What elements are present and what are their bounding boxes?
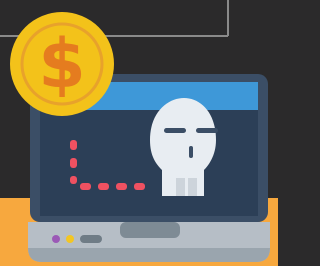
- skull-tooth: [176, 178, 185, 196]
- path-dot: [98, 183, 109, 190]
- dollar-sign: $: [38, 25, 85, 104]
- skull-tooth: [188, 178, 197, 196]
- path-dot: [80, 183, 91, 190]
- path-dot: [70, 140, 77, 150]
- laptop-base-edge: [28, 248, 270, 262]
- skull-eye-left: [164, 128, 186, 133]
- port-slot: [80, 235, 102, 243]
- skull-eye-right: [196, 128, 218, 133]
- dollar-coin-icon: $: [10, 12, 114, 116]
- path-dot: [116, 183, 127, 190]
- path-dot: [70, 158, 77, 168]
- led-purple: [52, 235, 60, 243]
- illustration-svg: $: [0, 0, 278, 266]
- skull-nose: [189, 146, 193, 158]
- hacker-laptop-illustration: $: [0, 0, 278, 266]
- laptop-hinge-notch: [120, 222, 180, 238]
- path-dot: [70, 176, 77, 184]
- path-dot: [134, 183, 145, 190]
- led-yellow: [66, 235, 74, 243]
